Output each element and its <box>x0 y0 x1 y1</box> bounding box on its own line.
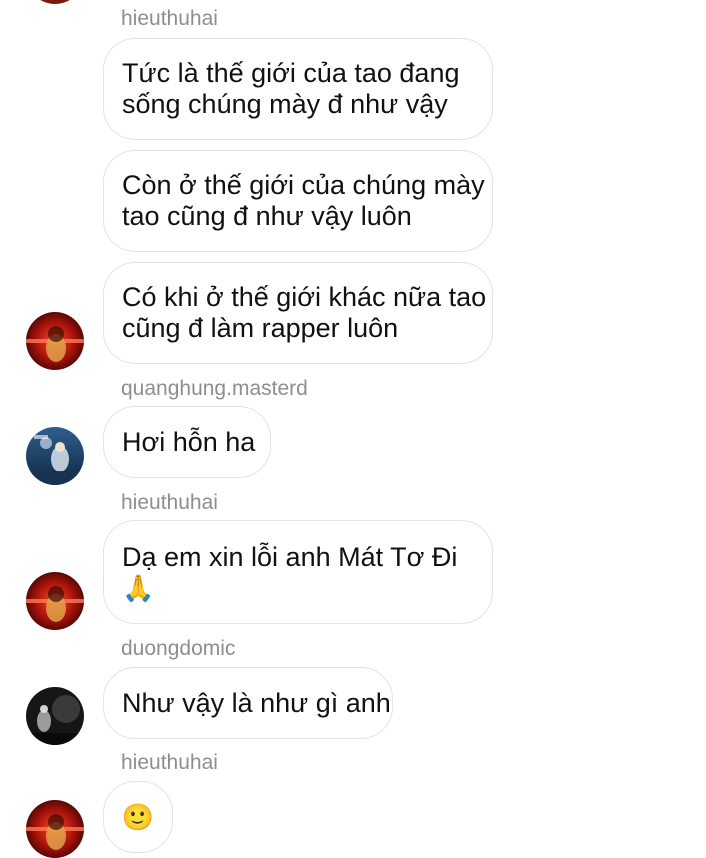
message-bubble[interactable]: Như vậy là như gì anh <box>103 667 393 739</box>
avatar[interactable] <box>26 312 84 370</box>
avatar[interactable] <box>26 427 84 485</box>
avatar[interactable] <box>26 687 84 745</box>
sender-username: hieuthuhai <box>121 491 218 514</box>
avatar[interactable] <box>26 572 84 630</box>
message-line: Còn ở thế giới của chúng mày <box>122 170 485 200</box>
message-line: Tức là thế giới của tao đang <box>122 58 460 88</box>
message-line: Có khi ở thế giới khác nữa tao <box>122 282 487 312</box>
message-line: tao cũng đ như vậy luôn <box>122 201 412 231</box>
sender-username: hieuthuhai <box>121 7 218 30</box>
avatar-cropped <box>26 0 84 4</box>
folded-hands-icon: 🙏 <box>122 572 155 603</box>
message-bubble[interactable]: Hơi hỗn ha <box>103 406 271 478</box>
avatar[interactable] <box>26 800 84 858</box>
message-line: Hơi hỗn ha <box>122 426 256 457</box>
message-line: cũng đ làm rapper luôn <box>122 313 399 343</box>
message-bubble[interactable]: Còn ở thế giới của chúng mày tao cũng đ … <box>103 150 493 252</box>
smiling-face-icon: 🙂 <box>121 802 155 832</box>
message-bubble[interactable]: 🙂 <box>103 781 173 853</box>
message-bubble[interactable]: Tức là thế giới của tao đang sống chúng … <box>103 38 493 140</box>
message-line: sống chúng mày đ như vậy <box>122 89 448 119</box>
sender-username: duongdomic <box>121 637 236 660</box>
message-bubble[interactable]: Dạ em xin lỗi anh Mát Tơ Đi 🙏 <box>103 520 493 624</box>
sender-username: quanghung.masterd <box>121 377 308 400</box>
message-line: Như vậy là như gì anh <box>122 687 391 718</box>
message-line: Dạ em xin lỗi anh Mát Tơ Đi <box>122 541 458 572</box>
sender-username: hieuthuhai <box>121 751 218 774</box>
message-bubble[interactable]: Có khi ở thế giới khác nữa tao cũng đ là… <box>103 262 493 364</box>
